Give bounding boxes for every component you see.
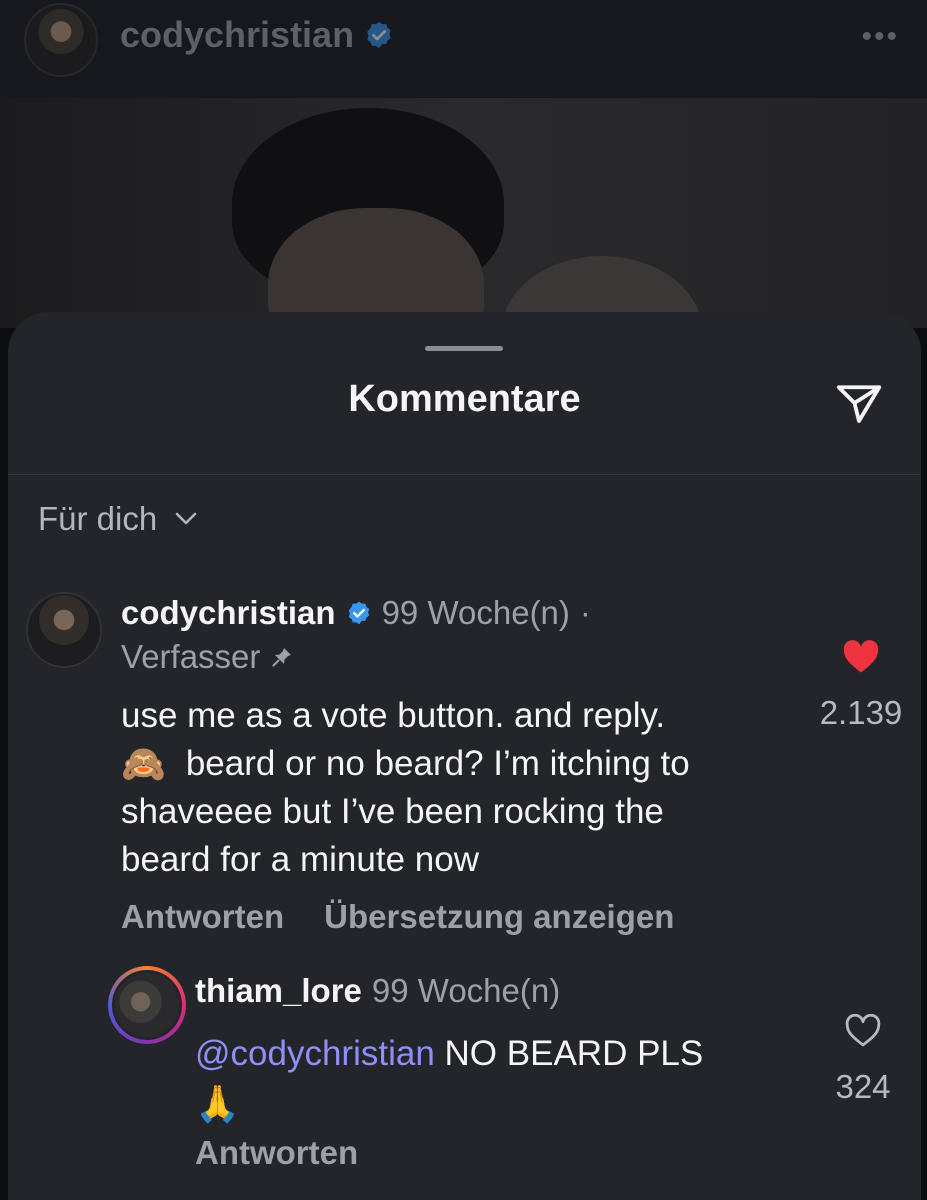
reply-header: thiam_lore 99 Woche(n) bbox=[195, 972, 560, 1010]
heart-outline-icon[interactable] bbox=[844, 1014, 882, 1048]
reply-text-content: NO BEARD PLS bbox=[444, 1034, 704, 1073]
comment-header: codychristian 99 Woche(n) · bbox=[121, 594, 591, 632]
reply-text: @codychristian NO BEARD PLS 🙏 bbox=[195, 1028, 815, 1128]
reply-like-column: 324 bbox=[808, 1014, 918, 1106]
comment-text-line: shaveeee but I’ve been rocking the bbox=[121, 792, 664, 831]
comment-actions: Antworten Übersetzung anzeigen bbox=[121, 898, 674, 936]
more-horizontal-icon[interactable]: ••• bbox=[861, 20, 899, 54]
post-header: codychristian ••• bbox=[0, 0, 927, 98]
comment-text: use me as a vote button. and reply. 🙈 be… bbox=[121, 692, 811, 884]
mention-link[interactable]: @codychristian bbox=[195, 1034, 435, 1073]
verified-badge-icon bbox=[348, 601, 369, 625]
reply-username[interactable]: thiam_lore bbox=[195, 972, 362, 1010]
comment-text-line: beard or no beard? I’m itching to bbox=[185, 744, 690, 783]
reply-time: 99 Woche(n) bbox=[371, 972, 561, 1009]
sheet-divider bbox=[8, 474, 921, 475]
sort-filter-label: Für dich bbox=[38, 500, 158, 537]
folded-hands-emoji: 🙏 bbox=[195, 1083, 240, 1124]
chevron-down-icon bbox=[175, 512, 197, 525]
sheet-drag-handle[interactable] bbox=[425, 346, 503, 351]
sheet-title: Kommentare bbox=[348, 378, 581, 420]
show-translation-button[interactable]: Übersetzung anzeigen bbox=[324, 898, 674, 936]
reply-actions: Antworten bbox=[195, 1134, 358, 1172]
separator-dot: · bbox=[579, 594, 591, 631]
heart-filled-icon[interactable] bbox=[842, 640, 880, 674]
post-photo bbox=[0, 98, 927, 328]
see-no-evil-monkey-emoji: 🙈 bbox=[121, 743, 166, 784]
pin-icon bbox=[272, 648, 292, 667]
comment-text-line: use me as a vote button. and reply. bbox=[121, 696, 666, 735]
comment-like-column: 2.139 bbox=[806, 640, 916, 732]
reply-button[interactable]: Antworten bbox=[121, 898, 284, 936]
comment-avatar[interactable] bbox=[26, 592, 102, 668]
author-badge: Verfasser bbox=[121, 638, 294, 676]
sort-filter-dropdown[interactable]: Für dich bbox=[38, 500, 197, 538]
post-author[interactable]: codychristian bbox=[120, 14, 394, 56]
comment-text-line: beard for a minute now bbox=[121, 840, 479, 879]
comment-username[interactable]: codychristian bbox=[121, 594, 336, 632]
verified-badge-icon bbox=[367, 21, 391, 49]
comment-time: 99 Woche(n) bbox=[381, 594, 570, 631]
reply-avatar-story-ring[interactable] bbox=[108, 966, 186, 1044]
comments-sheet: Kommentare Für dich codychristian 99 Woc… bbox=[8, 312, 921, 1200]
send-icon[interactable] bbox=[832, 376, 886, 430]
profile-avatar[interactable] bbox=[24, 3, 98, 77]
post-author-username[interactable]: codychristian bbox=[120, 14, 354, 56]
reply-avatar bbox=[112, 970, 182, 1040]
reply-like-count: 324 bbox=[835, 1068, 891, 1105]
author-label: Verfasser bbox=[121, 638, 261, 675]
comment-like-count: 2.139 bbox=[819, 694, 903, 731]
reply-reply-button[interactable]: Antworten bbox=[195, 1134, 358, 1172]
comment-text-line: 🙈 beard or no beard? I’m itching to bbox=[121, 740, 811, 788]
